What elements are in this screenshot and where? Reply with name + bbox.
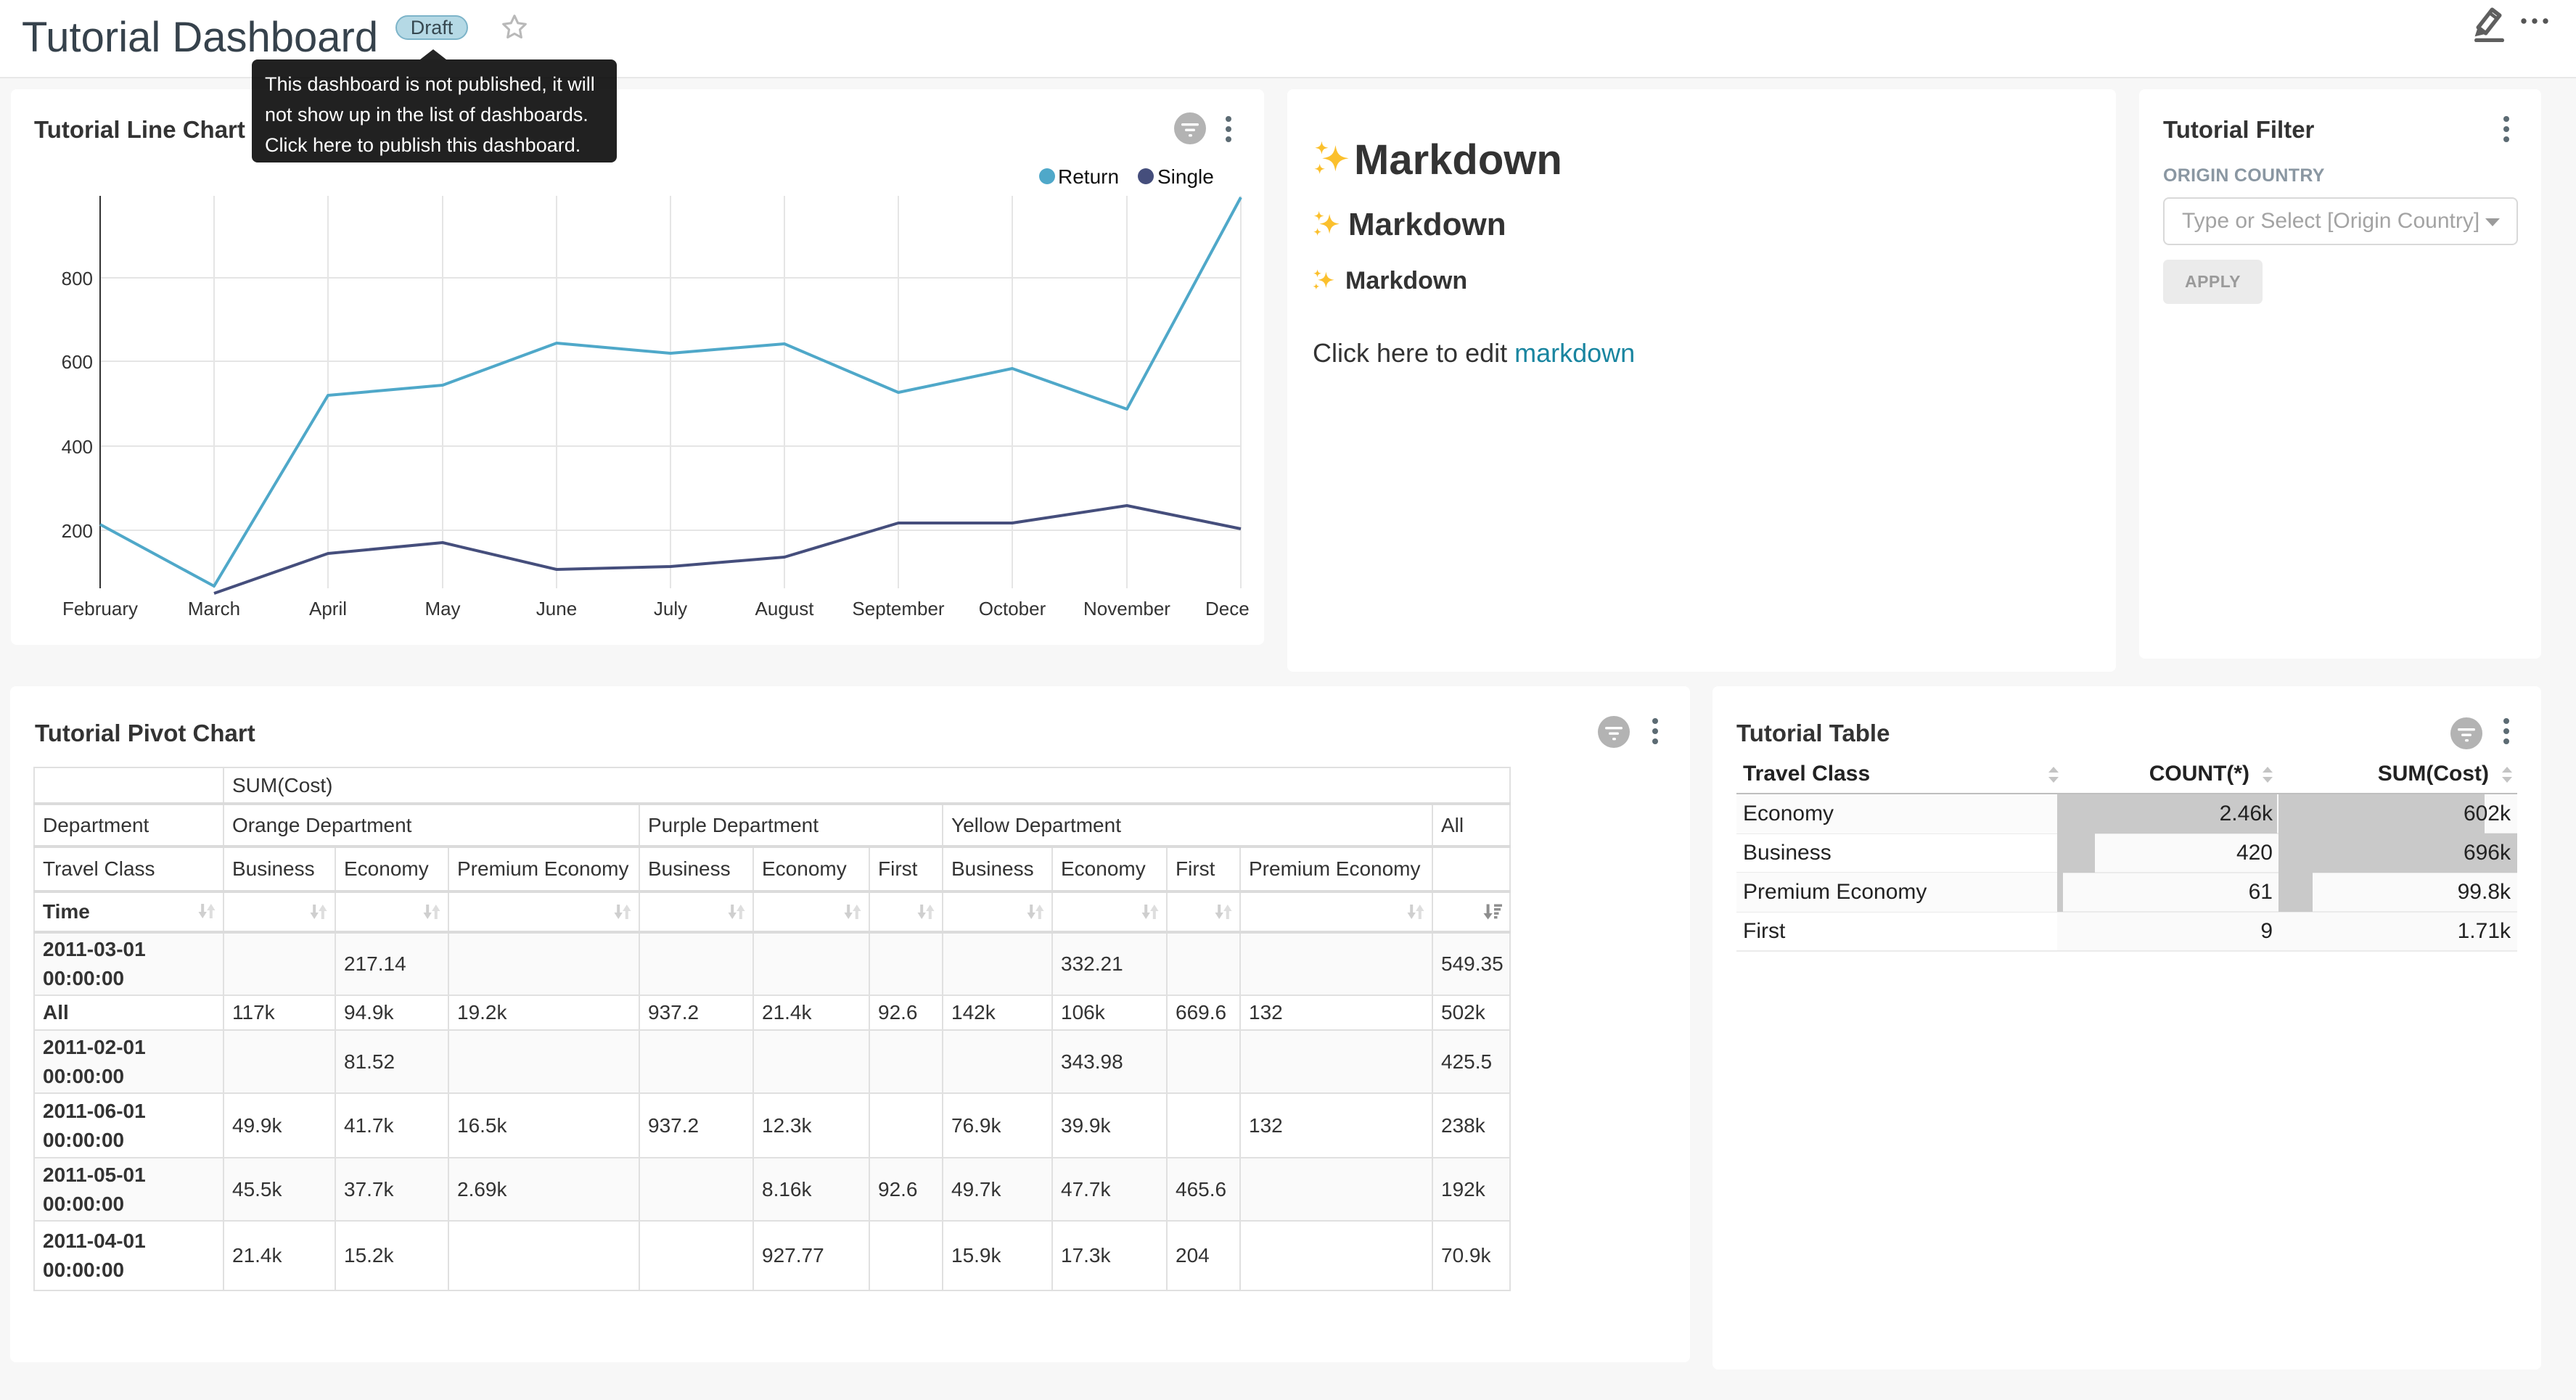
svg-text:July: July xyxy=(654,598,687,619)
svg-text:March: March xyxy=(188,598,240,619)
svg-text:800: 800 xyxy=(62,268,93,289)
svg-text:February: February xyxy=(62,598,138,619)
svg-text:November: November xyxy=(1083,598,1170,619)
svg-text:400: 400 xyxy=(62,436,93,458)
svg-text:200: 200 xyxy=(62,520,93,542)
svg-text:Dece: Dece xyxy=(1205,598,1250,619)
svg-text:June: June xyxy=(536,598,577,619)
svg-text:September: September xyxy=(852,598,945,619)
svg-text:Single: Single xyxy=(1157,165,1214,188)
svg-text:October: October xyxy=(979,598,1046,619)
svg-text:August: August xyxy=(755,598,815,619)
svg-text:Return: Return xyxy=(1058,165,1119,188)
svg-text:April: April xyxy=(309,598,347,619)
svg-text:May: May xyxy=(424,598,460,619)
svg-text:600: 600 xyxy=(62,351,93,373)
